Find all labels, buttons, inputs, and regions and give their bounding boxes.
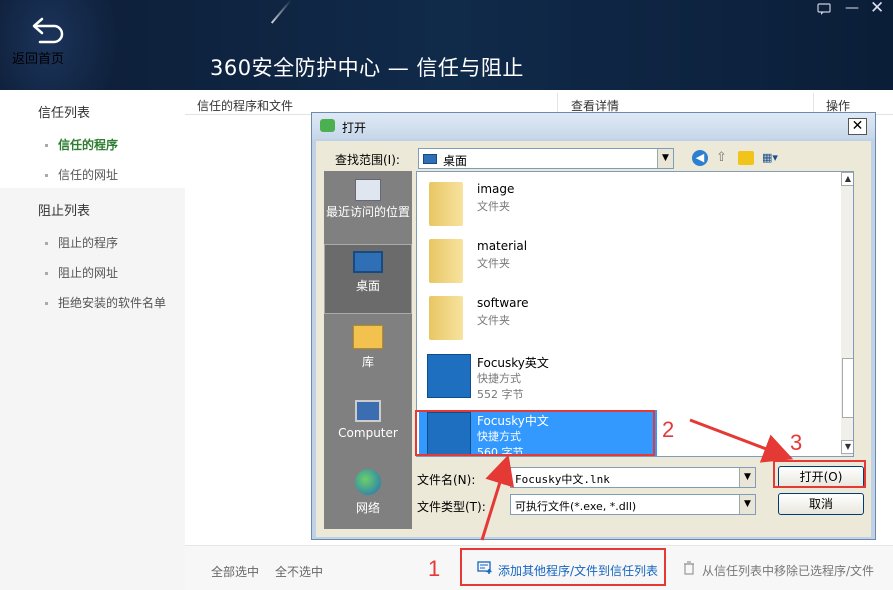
trust-section-title: 信任列表 xyxy=(38,106,91,121)
recent-places-icon xyxy=(355,179,381,201)
minimize-icon[interactable]: — xyxy=(845,1,859,16)
desktop-small-icon xyxy=(423,154,437,164)
add-to-trust-button[interactable]: 添加其他程序/文件到信任列表 xyxy=(460,548,666,586)
add-file-icon xyxy=(477,561,492,574)
dialog-titlebar: 打开 ✕ xyxy=(312,113,875,139)
back-nav-icon[interactable]: ◀ xyxy=(692,150,708,166)
view-menu-icon[interactable]: ▦▾ xyxy=(762,151,790,165)
highlight-box-selected-file xyxy=(415,410,655,456)
places-bar: 最近访问的位置 桌面 库 Computer 网络 xyxy=(324,171,412,529)
filename-input[interactable]: Focusky中文.lnk ▼ xyxy=(510,467,756,488)
scroll-down-icon[interactable]: ▼ xyxy=(841,440,853,454)
computer-icon xyxy=(355,400,381,422)
place-computer[interactable]: Computer xyxy=(324,396,412,462)
step-2-label: 2 xyxy=(662,417,675,442)
dialog-close-icon[interactable]: ✕ xyxy=(848,118,867,135)
filename-label: 文件名(N): xyxy=(417,473,476,487)
remove-from-trust-button[interactable]: 从信任列表中移除已选程序/文件 xyxy=(702,562,874,579)
block-section-title: 阻止列表 xyxy=(38,204,91,219)
close-icon[interactable]: ✕ xyxy=(870,0,886,17)
dialog-title: 打开 xyxy=(342,121,367,135)
select-none-link[interactable]: 全不选中 xyxy=(275,563,323,580)
scroll-thumb[interactable] xyxy=(842,358,853,418)
chevron-down-icon[interactable]: ▼ xyxy=(657,149,673,168)
place-network[interactable]: 网络 xyxy=(324,467,412,527)
place-desktop[interactable]: 桌面 xyxy=(324,244,412,314)
sidebar-item-trusted-programs[interactable]: 信任的程序 xyxy=(45,136,118,153)
step-1-label: 1 xyxy=(428,556,441,581)
list-item[interactable]: software 文件夹 xyxy=(423,290,643,346)
folder-icon xyxy=(429,182,463,226)
new-folder-icon[interactable] xyxy=(738,151,754,165)
up-folder-icon[interactable]: ⇧ xyxy=(716,150,730,166)
list-item[interactable]: Focusky英文 快捷方式 552 字节 xyxy=(423,348,643,404)
sidebar-item-blocked-urls[interactable]: 阻止的网址 xyxy=(45,264,118,281)
list-item[interactable]: image 文件夹 xyxy=(423,176,643,232)
back-arrow-icon xyxy=(32,17,64,44)
lookin-label: 查找范围(I): xyxy=(335,153,400,167)
place-recent[interactable]: 最近访问的位置 xyxy=(324,175,412,241)
filetype-label: 文件类型(T): xyxy=(417,500,486,514)
chevron-down-icon[interactable]: ▼ xyxy=(739,495,755,514)
vertical-scrollbar[interactable]: ▲ ▼ xyxy=(841,172,853,456)
folder-icon xyxy=(429,296,463,340)
back-home-button[interactable]: 返回首页 xyxy=(12,10,84,80)
lookin-combo[interactable]: 桌面 ▼ xyxy=(418,148,674,169)
highlight-box-open-button xyxy=(773,460,866,488)
add-to-trust-label: 添加其他程序/文件到信任列表 xyxy=(498,564,659,578)
cancel-button[interactable]: 取消 xyxy=(778,493,864,515)
sidebar-item-trusted-urls[interactable]: 信任的网址 xyxy=(45,166,118,183)
desktop-icon xyxy=(353,251,383,273)
trust-section: 信任列表 信任的程序 信任的网址 xyxy=(0,90,185,188)
scroll-up-icon[interactable]: ▲ xyxy=(841,172,853,186)
chevron-down-icon[interactable]: ▼ xyxy=(739,468,755,487)
trash-icon xyxy=(683,561,695,578)
back-home-label: 返回首页 xyxy=(12,52,65,67)
sidebar-item-refused-software[interactable]: 拒绝安装的软件名单 xyxy=(45,294,166,311)
network-globe-icon xyxy=(355,469,381,495)
step-3-label: 3 xyxy=(790,430,803,455)
col-programs: 信任的程序和文件 xyxy=(197,99,294,113)
feedback-icon[interactable] xyxy=(817,3,833,17)
list-item[interactable]: material 文件夹 xyxy=(423,233,643,289)
filetype-select[interactable]: 可执行文件(*.exe, *.dll) ▼ xyxy=(510,494,756,515)
folder-icon xyxy=(429,239,463,283)
sidebar: 信任列表 信任的程序 信任的网址 阻止列表 阻止的程序 阻止的网址 拒绝安装的软… xyxy=(0,90,185,590)
library-icon xyxy=(353,325,383,349)
sidebar-item-blocked-programs[interactable]: 阻止的程序 xyxy=(45,234,118,251)
page-title: 360安全防护中心 — 信任与阻止 xyxy=(210,56,524,80)
app-shield-icon xyxy=(320,119,335,132)
select-all-link[interactable]: 全部选中 xyxy=(211,563,259,580)
meteor-decoration xyxy=(270,0,292,24)
shortcut-app-icon xyxy=(427,354,471,398)
place-library[interactable]: 库 xyxy=(324,321,412,387)
